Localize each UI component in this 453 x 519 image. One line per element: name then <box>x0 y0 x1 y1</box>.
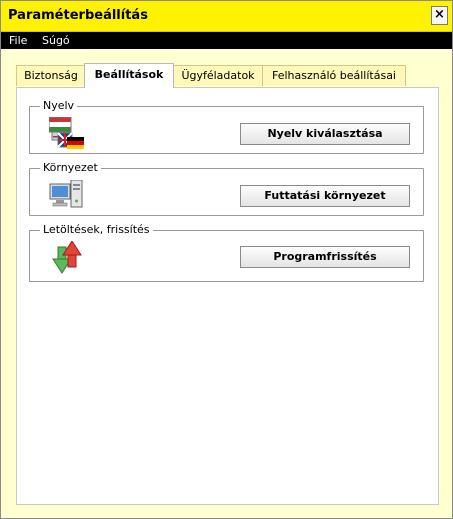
update-arrows-icon <box>52 241 82 274</box>
title-bar: Paraméterbeállítás × <box>1 1 452 32</box>
tab-settings[interactable]: Beállítások <box>84 63 174 88</box>
tab-security[interactable]: Biztonság <box>16 65 86 86</box>
settings-panel: Nyelv Nyelv kiválasztása Környezet Futta… <box>16 87 439 505</box>
group-language: Nyelv Nyelv kiválasztása <box>29 99 424 154</box>
menu-bar: File Súgó <box>1 32 452 49</box>
tab-bar: Biztonság Beállítások Ügyféladatok Felha… <box>1 49 452 89</box>
language-flags-icon <box>49 117 84 149</box>
group-updates-label: Letöltések, frissítés <box>40 223 153 236</box>
program-update-button[interactable]: Programfrissítés <box>240 246 410 268</box>
group-language-label: Nyelv <box>40 99 78 112</box>
select-language-button[interactable]: Nyelv kiválasztása <box>240 123 410 145</box>
close-button[interactable]: × <box>431 6 448 25</box>
group-updates: Letöltések, frissítés Programfrissítés <box>29 223 424 282</box>
group-environment: Környezet Futtatási környezet <box>29 161 424 216</box>
computer-icon <box>49 180 83 208</box>
window-title: Paraméterbeállítás <box>8 8 148 23</box>
settings-window: Paraméterbeállítás × File Súgó Biztonság… <box>0 0 453 519</box>
menu-file[interactable]: File <box>9 34 27 47</box>
menu-help[interactable]: Súgó <box>42 34 70 47</box>
tab-client-data[interactable]: Ügyféladatok <box>172 65 264 86</box>
group-environment-label: Környezet <box>40 161 101 174</box>
tab-user-settings[interactable]: Felhasználó beállításai <box>262 65 406 86</box>
runtime-environment-button[interactable]: Futtatási környezet <box>240 185 410 207</box>
